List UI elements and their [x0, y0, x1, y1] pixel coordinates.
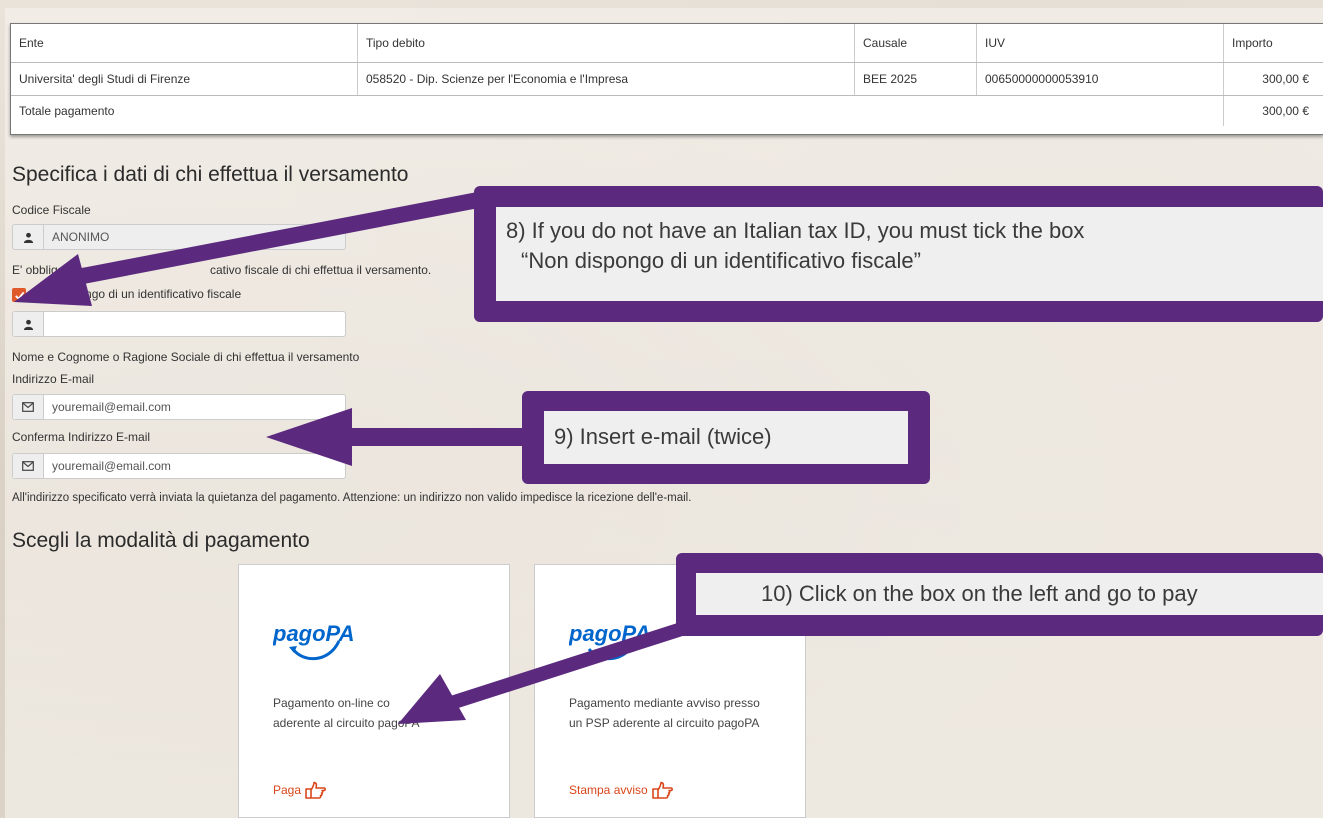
arrow-step-9	[338, 428, 524, 446]
arrow-step-10	[442, 618, 697, 712]
arrowhead-step-8	[14, 254, 92, 306]
arrow-step-8	[60, 192, 480, 288]
arrowhead-step-9	[266, 408, 352, 466]
annotation-arrows	[14, 192, 697, 724]
